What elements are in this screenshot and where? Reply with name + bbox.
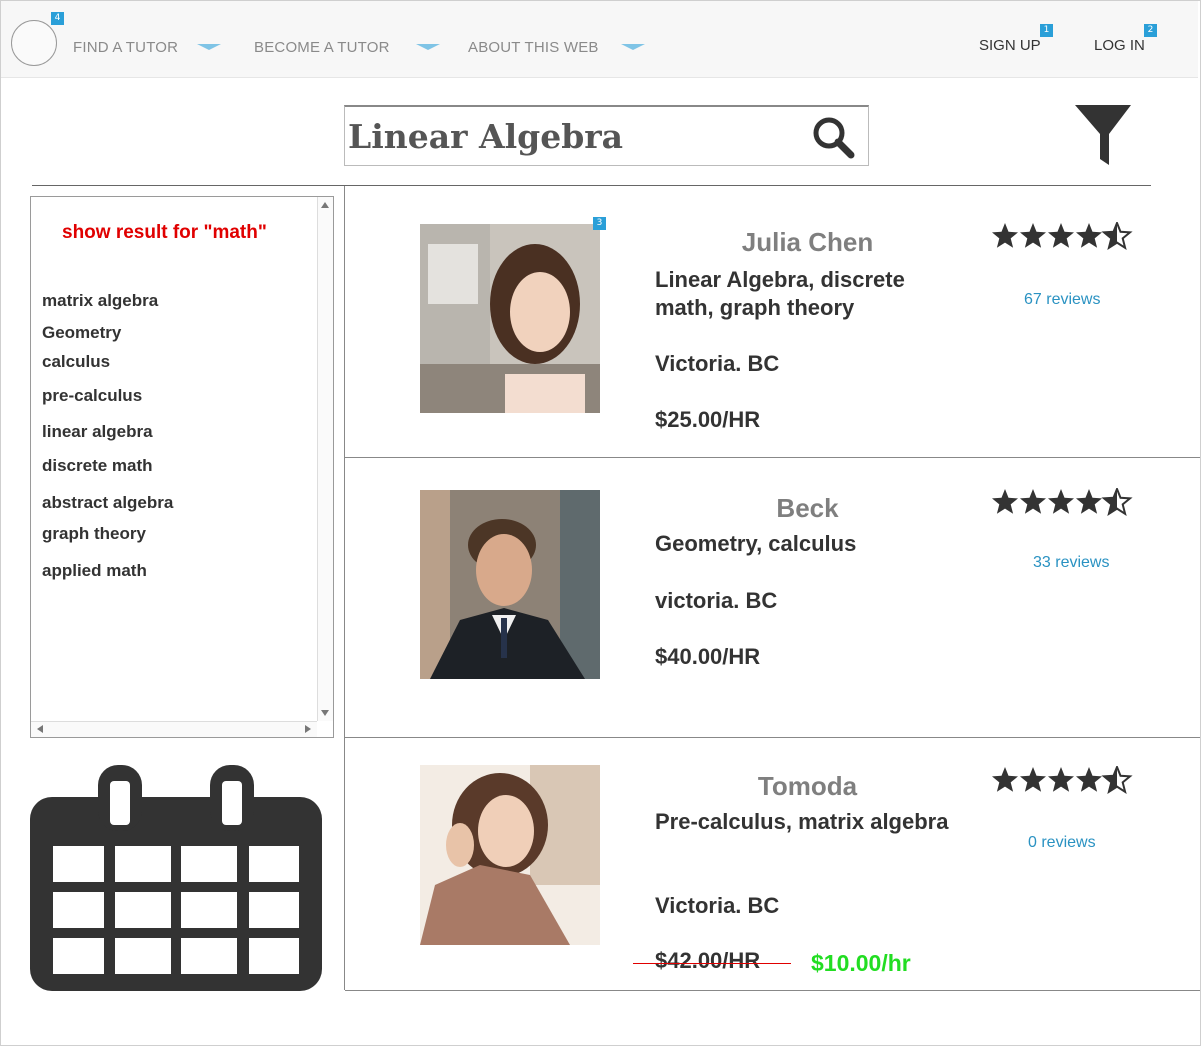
site-logo[interactable] [11,20,57,66]
star-icon [1020,489,1046,514]
strikethrough [633,963,791,964]
star-icon [1048,489,1074,514]
vertical-scrollbar[interactable] [317,197,333,721]
star-icon [1048,223,1074,248]
chevron-down-icon[interactable] [621,44,645,50]
sign-up-link[interactable]: SIGN UP [979,37,1041,54]
star-icon [992,767,1018,792]
filter-icon[interactable] [1074,104,1132,166]
annotation-badge: 1 [1040,24,1053,37]
subject-item[interactable]: matrix algebra [42,291,158,311]
star-icon [1103,488,1131,515]
subject-item[interactable]: applied math [42,561,147,581]
tutor-subjects: Linear Algebra, discrete math, graph the… [655,267,905,320]
search-bar[interactable]: Linear Algebra [344,105,869,166]
tutor-subjects: Pre-calculus, matrix algebra [655,809,949,834]
subject-item[interactable]: Geometry [42,323,121,343]
nav-find-tutor[interactable]: FIND A TUTOR [73,39,178,56]
star-rating [992,766,1131,793]
search-input[interactable]: Linear Algebra [348,117,623,156]
tutor-card[interactable]: 3 Julia Chen Linear Algebra, discrete ma… [345,186,1200,458]
calendar-icon[interactable] [30,765,322,991]
tutor-name[interactable]: Julia Chen [655,227,960,258]
scroll-down-icon[interactable] [321,710,329,716]
nav-about[interactable]: ABOUT THIS WEB [468,39,599,56]
star-icon [1103,222,1131,249]
reviews-link[interactable]: 67 reviews [1024,291,1100,309]
tutor-card[interactable]: Tomoda Pre-calculus, matrix algebra Vict… [345,738,1200,991]
star-icon [992,223,1018,248]
annotation-badge: 3 [593,217,606,230]
star-rating [992,222,1131,249]
tutor-photo[interactable] [420,490,600,679]
tutor-subjects: Geometry, calculus [655,531,857,556]
tutor-photo[interactable] [420,765,600,945]
subject-item[interactable]: linear algebra [42,422,153,442]
annotation-badge: 2 [1144,24,1157,37]
star-icon [1048,767,1074,792]
star-icon [1076,223,1102,248]
subject-item[interactable]: graph theory [42,524,146,544]
subject-item[interactable]: pre-calculus [42,386,142,406]
star-icon [1020,223,1046,248]
top-nav: 4 FIND A TUTOR BECOME A TUTOR ABOUT THIS… [1,1,1198,78]
subject-list: show result for "math" matrix algebra Ge… [30,196,334,738]
star-icon [1020,767,1046,792]
tutor-name[interactable]: Tomoda [655,771,960,802]
star-icon [992,489,1018,514]
tutor-rate: $40.00/HR [655,644,761,669]
subject-item[interactable]: discrete math [42,456,153,476]
log-in-link[interactable]: LOG IN [1094,37,1145,54]
tutor-card[interactable]: Beck Geometry, calculus victoria. BC $40… [345,458,1200,738]
tutor-name[interactable]: Beck [655,493,960,524]
nav-become-tutor[interactable]: BECOME A TUTOR [254,39,390,56]
star-icon [1076,767,1102,792]
tutor-location: Victoria. BC [655,351,780,376]
tutor-location: Victoria. BC [655,893,780,918]
chevron-down-icon[interactable] [416,44,440,50]
sale-rate: $10.00/hr [811,950,911,976]
tutor-location: victoria. BC [655,588,778,613]
tutor-rate: $25.00/HR [655,407,761,432]
reviews-link[interactable]: 33 reviews [1033,554,1109,572]
tutor-photo[interactable] [420,224,600,413]
scroll-right-icon[interactable] [305,725,311,733]
result-title: show result for "math" [62,222,267,243]
subject-item[interactable]: calculus [42,352,110,372]
scroll-up-icon[interactable] [321,202,329,208]
tutor-rate: $42.00/HR [655,948,761,973]
scroll-left-icon[interactable] [37,725,43,733]
reviews-link[interactable]: 0 reviews [1028,834,1096,852]
star-icon [1103,766,1131,793]
results-panel: 3 Julia Chen Linear Algebra, discrete ma… [344,186,1200,991]
star-icon [1076,489,1102,514]
horizontal-scrollbar[interactable] [31,721,317,737]
chevron-down-icon[interactable] [197,44,221,50]
star-rating [992,488,1131,515]
search-icon[interactable] [811,115,855,159]
subject-item[interactable]: abstract algebra [42,493,173,513]
annotation-badge: 4 [51,12,64,25]
